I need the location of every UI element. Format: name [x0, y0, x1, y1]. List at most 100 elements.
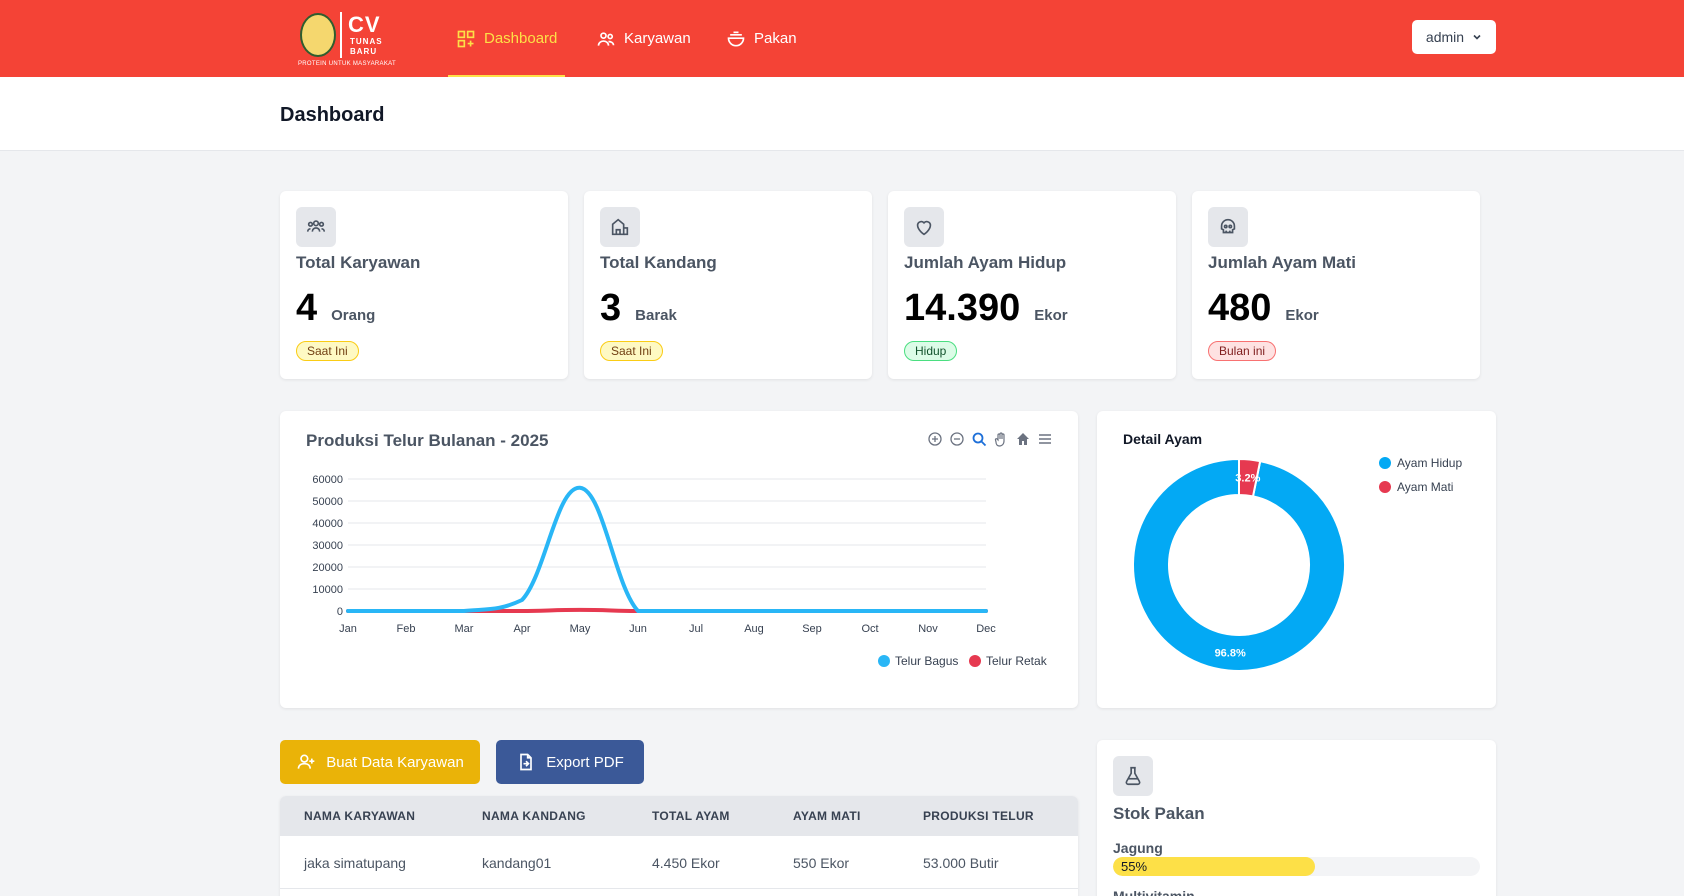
x-tick-label: May: [570, 623, 591, 635]
legend-label: Ayam Mati: [1397, 480, 1454, 494]
x-tick-label: Feb: [397, 623, 416, 635]
stat-card-kandang: Total Kandang 3 Barak Saat Ini: [584, 191, 872, 379]
status-badge: Saat Ini: [600, 341, 663, 361]
stat-unit: Barak: [635, 307, 677, 324]
users-icon: [597, 31, 615, 46]
donut-slice-label: 3.2%: [1235, 472, 1260, 484]
karyawan-table: NAMA KARYAWAN NAMA KANDANG TOTAL AYAM AY…: [280, 796, 1078, 896]
stok-pakan-title: Stok Pakan: [1113, 804, 1205, 823]
y-tick-label: 60000: [312, 474, 343, 486]
export-pdf-label: Export PDF: [546, 753, 624, 771]
x-tick-label: Jul: [689, 623, 703, 635]
stat-icon-wrap: [1208, 207, 1248, 247]
cell-produksi-telur: 53.000 Butir: [923, 855, 999, 871]
x-tick-label: Mar: [455, 623, 474, 635]
barn-icon: [611, 218, 629, 236]
legend-label: Ayam Hidup: [1397, 456, 1463, 470]
x-tick-label: Jan: [339, 623, 357, 635]
stat-value: 480: [1208, 287, 1272, 329]
column-header: TOTAL AYAM: [652, 809, 730, 823]
logo-emblem-icon: [300, 13, 336, 57]
stat-icon-wrap: [600, 207, 640, 247]
x-tick-label: Jun: [629, 623, 647, 635]
column-header: PRODUKSI TELUR: [923, 809, 1034, 823]
nav-karyawan[interactable]: Karyawan: [596, 0, 691, 77]
table-header: NAMA KARYAWAN NAMA KANDANG TOTAL AYAM AY…: [280, 796, 1078, 836]
stat-value-group: 14.390 Ekor: [904, 287, 1068, 330]
chevron-down-icon: [1473, 34, 1481, 40]
y-tick-label: 20000: [312, 562, 343, 574]
page-header: Dashboard: [0, 77, 1684, 151]
logo-subtitle: TUNAS BARU: [350, 37, 383, 56]
stat-card-ayam-hidup: Jumlah Ayam Hidup 14.390 Ekor Hidup: [888, 191, 1176, 379]
heart-icon: [916, 220, 932, 236]
nav-karyawan-label: Karyawan: [624, 30, 691, 47]
x-tick-label: Apr: [513, 623, 530, 635]
stat-label: Total Karyawan: [296, 253, 421, 272]
column-header: AYAM MATI: [793, 809, 861, 823]
y-tick-label: 50000: [312, 496, 343, 508]
x-tick-label: Nov: [918, 623, 938, 635]
column-header: NAMA KANDANG: [482, 809, 586, 823]
nav-dashboard[interactable]: Dashboard: [447, 0, 566, 77]
nav-pakan[interactable]: Pakan: [726, 0, 797, 77]
x-tick-label: Aug: [744, 623, 764, 635]
y-tick-label: 30000: [312, 540, 343, 552]
column-header: NAMA KARYAWAN: [304, 809, 416, 823]
y-tick-label: 0: [337, 606, 343, 618]
nav-dashboard-label: Dashboard: [484, 30, 558, 47]
status-badge: Saat Ini: [296, 341, 359, 361]
stat-unit: Ekor: [1034, 307, 1068, 324]
stat-card-ayam-mati: Jumlah Ayam Mati 480 Ekor Bulan ini: [1192, 191, 1480, 379]
bowl-icon: [727, 31, 745, 47]
stat-value-group: 3 Barak: [600, 287, 677, 330]
row-divider: [280, 888, 1078, 889]
stat-icon-wrap: [904, 207, 944, 247]
donut-slice-label: 96.8%: [1215, 648, 1246, 660]
cell-nama-karyawan: jaka simatupang: [304, 855, 406, 871]
skull-icon: [1220, 218, 1236, 234]
stat-unit: Ekor: [1285, 307, 1319, 324]
stat-value-group: 4 Orang: [296, 287, 375, 330]
cell-nama-kandang: kandang01: [482, 855, 552, 871]
export-file-icon: [520, 753, 533, 771]
legend-item-telur-retak[interactable]: Telur Retak: [969, 654, 1047, 668]
add-user-icon: [297, 754, 315, 769]
stat-label: Total Kandang: [600, 253, 717, 272]
egg-production-chart-card: Produksi Telur Bulanan - 2025 0 10000 2000…: [280, 411, 1078, 708]
detail-ayam-card: Detail Ayam 96.8% 3.2% Ayam Hidup Ayam Ma…: [1097, 411, 1496, 708]
stat-icon-wrap: [296, 207, 336, 247]
x-tick-label: Dec: [976, 623, 996, 635]
logo-tagline: PROTEIN UNTUK MASYARAKAT: [298, 61, 396, 67]
user-menu-label: admin: [1425, 29, 1465, 45]
stat-value: 3: [600, 287, 622, 329]
page-title: Dashboard: [280, 104, 385, 126]
logo-title: CV: [348, 12, 381, 37]
legend-item-ayam-hidup[interactable]: Ayam Hidup: [1379, 456, 1462, 470]
create-karyawan-label: Buat Data Karyawan: [326, 753, 464, 771]
stat-card-karyawan: Total Karyawan 4 Orang Saat Ini: [280, 191, 568, 379]
top-navbar: CV TUNAS BARU PROTEIN UNTUK MASYARAKAT D…: [0, 0, 1684, 77]
stok-pakan-card: Stok Pakan Jagung 55% Multivitamin: [1097, 740, 1496, 896]
brand-logo[interactable]: CV TUNAS BARU PROTEIN UNTUK MASYARAKAT: [298, 12, 396, 70]
logo-divider: [340, 12, 342, 58]
stat-label: Jumlah Ayam Mati: [1208, 253, 1357, 272]
legend-dot: [878, 655, 890, 667]
flask-icon: [1125, 766, 1141, 786]
y-tick-label: 10000: [312, 584, 343, 596]
cell-total-ayam: 4.450 Ekor: [652, 855, 720, 871]
pakan-item-label: Multivitamin: [1113, 888, 1195, 896]
create-karyawan-button[interactable]: Buat Data Karyawan: [280, 740, 480, 784]
export-pdf-button[interactable]: Export PDF: [496, 740, 644, 784]
legend-item-ayam-mati[interactable]: Ayam Mati: [1379, 480, 1453, 494]
stat-value: 14.390: [904, 287, 1021, 329]
pakan-item-label: Jagung: [1113, 840, 1163, 856]
status-badge: Hidup: [904, 341, 958, 361]
stat-value-group: 480 Ekor: [1208, 287, 1319, 330]
cell-ayam-mati: 550 Ekor: [793, 855, 850, 871]
users-icon: [306, 220, 326, 232]
user-menu-button[interactable]: admin: [1412, 20, 1496, 54]
legend-item-telur-bagus[interactable]: Telur Bagus: [878, 654, 958, 668]
x-tick-label: Sep: [802, 623, 822, 635]
stat-value: 4: [296, 287, 318, 329]
